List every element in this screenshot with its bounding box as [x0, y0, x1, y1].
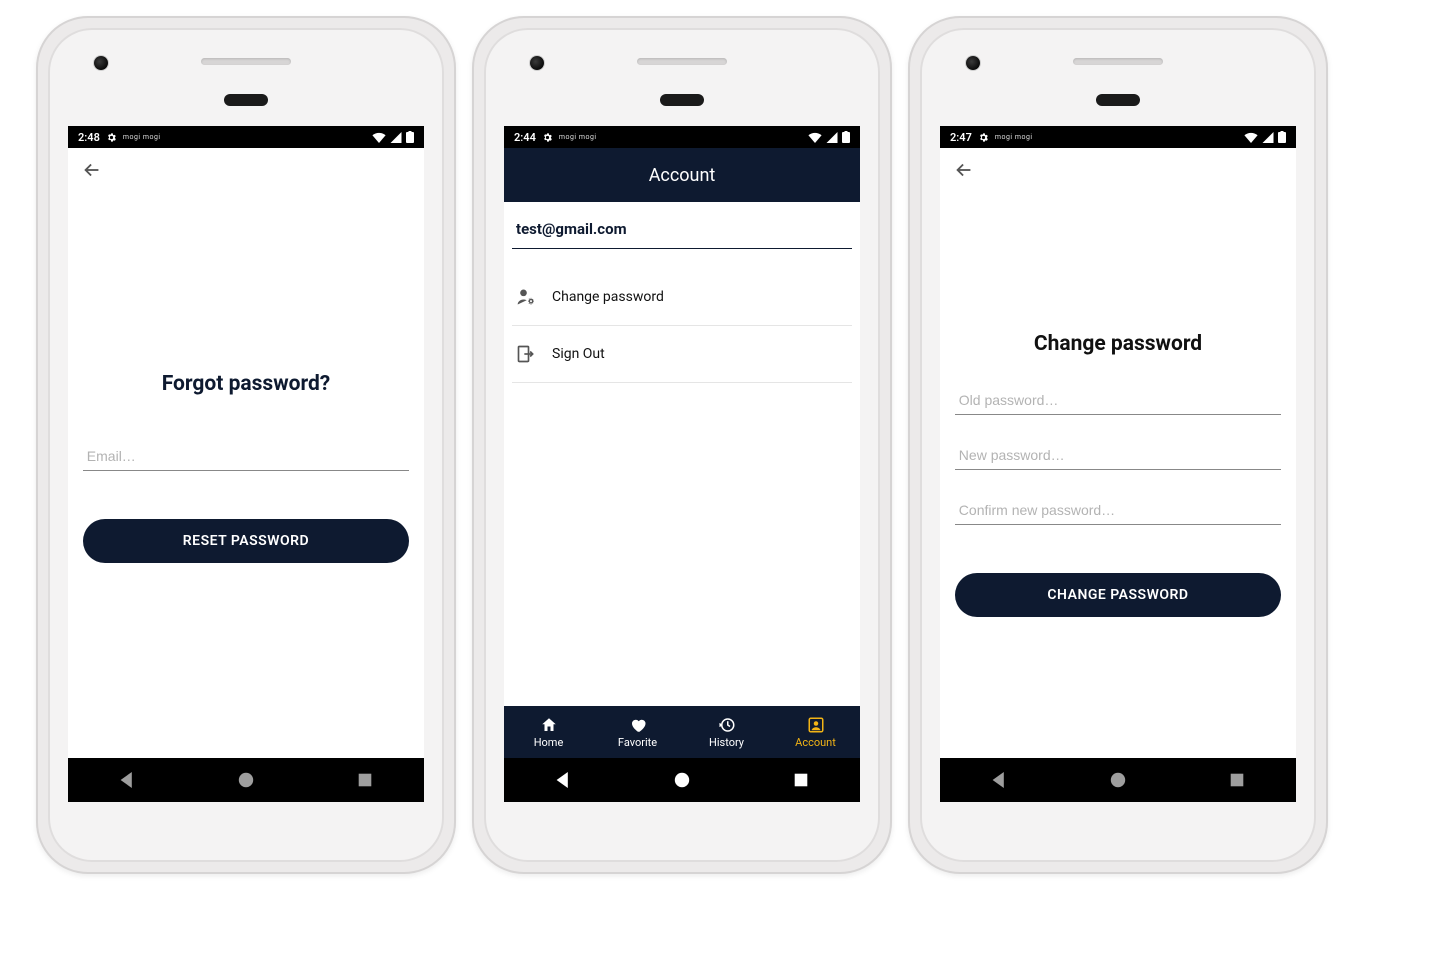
- app-bar: [68, 148, 424, 192]
- forgot-password-heading: Forgot password?: [76, 372, 416, 396]
- heart-icon: [629, 716, 647, 734]
- tab-label: Home: [534, 736, 564, 749]
- nav-back-button[interactable]: [988, 769, 1010, 791]
- tab-label: Favorite: [618, 736, 657, 749]
- stage: 2:48 mogi mogi: [0, 0, 1440, 960]
- screen: 2:48 mogi mogi: [68, 126, 424, 802]
- phone-forgot-password: 2:48 mogi mogi: [36, 16, 456, 874]
- app-bar: [940, 148, 1296, 192]
- home-icon: [540, 716, 558, 734]
- settings-icon: [106, 132, 117, 143]
- earpiece-speaker: [637, 58, 727, 65]
- status-right: [1244, 131, 1286, 143]
- nav-recent-button[interactable]: [790, 769, 812, 791]
- change-password-row[interactable]: Change password: [512, 269, 852, 326]
- android-nav-bar: [940, 758, 1296, 802]
- status-left: 2:44 mogi mogi: [514, 131, 597, 144]
- phone-change-password: 2:47 mogi mogi: [908, 16, 1328, 874]
- screen: 2:47 mogi mogi: [940, 126, 1296, 802]
- change-password-button[interactable]: CHANGE PASSWORD: [955, 573, 1281, 617]
- sign-out-row[interactable]: Sign Out: [512, 326, 852, 383]
- sign-out-icon: [516, 344, 536, 364]
- sensor-cutout: [224, 94, 268, 106]
- status-time: 2:48: [78, 131, 100, 144]
- phone-bezel: 2:47 mogi mogi: [920, 28, 1316, 862]
- battery-icon: [1278, 131, 1286, 143]
- app-bar: Account: [504, 148, 860, 202]
- android-nav-bar: [504, 758, 860, 802]
- email-field[interactable]: [83, 442, 409, 471]
- change-password-heading: Change password: [948, 332, 1288, 356]
- nav-back-button[interactable]: [116, 769, 138, 791]
- account-icon: [807, 716, 825, 734]
- wifi-icon: [372, 132, 386, 143]
- back-button[interactable]: [950, 156, 978, 184]
- phone-top: [920, 28, 1316, 118]
- signal-icon: [390, 132, 402, 143]
- forgot-password-content: Forgot password? RESET PASSWORD: [68, 192, 424, 758]
- phone-top: [48, 28, 444, 118]
- front-camera: [966, 56, 980, 70]
- status-bar: 2:48 mogi mogi: [68, 126, 424, 148]
- status-left: 2:48 mogi mogi: [78, 131, 161, 144]
- status-bar: 2:47 mogi mogi: [940, 126, 1296, 148]
- screen: 2:44 mogi mogi: [504, 126, 860, 802]
- page-title: Account: [649, 165, 716, 186]
- change-password-content: Change password CHANGE PASSWORD: [940, 192, 1296, 758]
- tab-account[interactable]: Account: [771, 706, 860, 758]
- front-camera: [530, 56, 544, 70]
- status-time: 2:47: [950, 131, 972, 144]
- tab-home[interactable]: Home: [504, 706, 593, 758]
- signal-icon: [826, 132, 838, 143]
- bottom-tab-bar: Home Favorite History: [504, 706, 860, 758]
- wifi-icon: [1244, 132, 1258, 143]
- nav-home-button[interactable]: [671, 769, 693, 791]
- phone-account: 2:44 mogi mogi: [472, 16, 892, 874]
- row-label: Sign Out: [552, 346, 605, 362]
- old-password-field[interactable]: [955, 386, 1281, 415]
- signal-icon: [1262, 132, 1274, 143]
- battery-icon: [842, 131, 850, 143]
- status-extra: mogi mogi: [995, 133, 1033, 141]
- tab-favorite[interactable]: Favorite: [593, 706, 682, 758]
- phone-bezel: 2:48 mogi mogi: [48, 28, 444, 862]
- nav-recent-button[interactable]: [354, 769, 376, 791]
- nav-recent-button[interactable]: [1226, 769, 1248, 791]
- person-gear-icon: [516, 287, 536, 307]
- phone-top: [484, 28, 880, 118]
- tab-history[interactable]: History: [682, 706, 771, 758]
- back-button[interactable]: [78, 156, 106, 184]
- status-time: 2:44: [514, 131, 536, 144]
- account-content: test@gmail.com Change password Sign: [504, 202, 860, 706]
- password-fields-group: [948, 386, 1288, 525]
- row-label: Change password: [552, 289, 664, 305]
- account-email: test@gmail.com: [512, 202, 852, 248]
- nav-home-button[interactable]: [1107, 769, 1129, 791]
- phone-bezel: 2:44 mogi mogi: [484, 28, 880, 862]
- earpiece-speaker: [201, 58, 291, 65]
- sensor-cutout: [660, 94, 704, 106]
- front-camera: [94, 56, 108, 70]
- android-nav-bar: [68, 758, 424, 802]
- wifi-icon: [808, 132, 822, 143]
- tab-label: Account: [795, 736, 836, 749]
- nav-home-button[interactable]: [235, 769, 257, 791]
- history-icon: [718, 716, 736, 734]
- status-extra: mogi mogi: [123, 133, 161, 141]
- nav-back-button[interactable]: [552, 769, 574, 791]
- status-right: [808, 131, 850, 143]
- new-password-field[interactable]: [955, 441, 1281, 470]
- battery-icon: [406, 131, 414, 143]
- settings-icon: [978, 132, 989, 143]
- sensor-cutout: [1096, 94, 1140, 106]
- settings-icon: [542, 132, 553, 143]
- reset-password-button[interactable]: RESET PASSWORD: [83, 519, 409, 563]
- tab-label: History: [709, 736, 744, 749]
- status-extra: mogi mogi: [559, 133, 597, 141]
- confirm-password-field[interactable]: [955, 496, 1281, 525]
- status-right: [372, 131, 414, 143]
- earpiece-speaker: [1073, 58, 1163, 65]
- status-bar: 2:44 mogi mogi: [504, 126, 860, 148]
- status-left: 2:47 mogi mogi: [950, 131, 1033, 144]
